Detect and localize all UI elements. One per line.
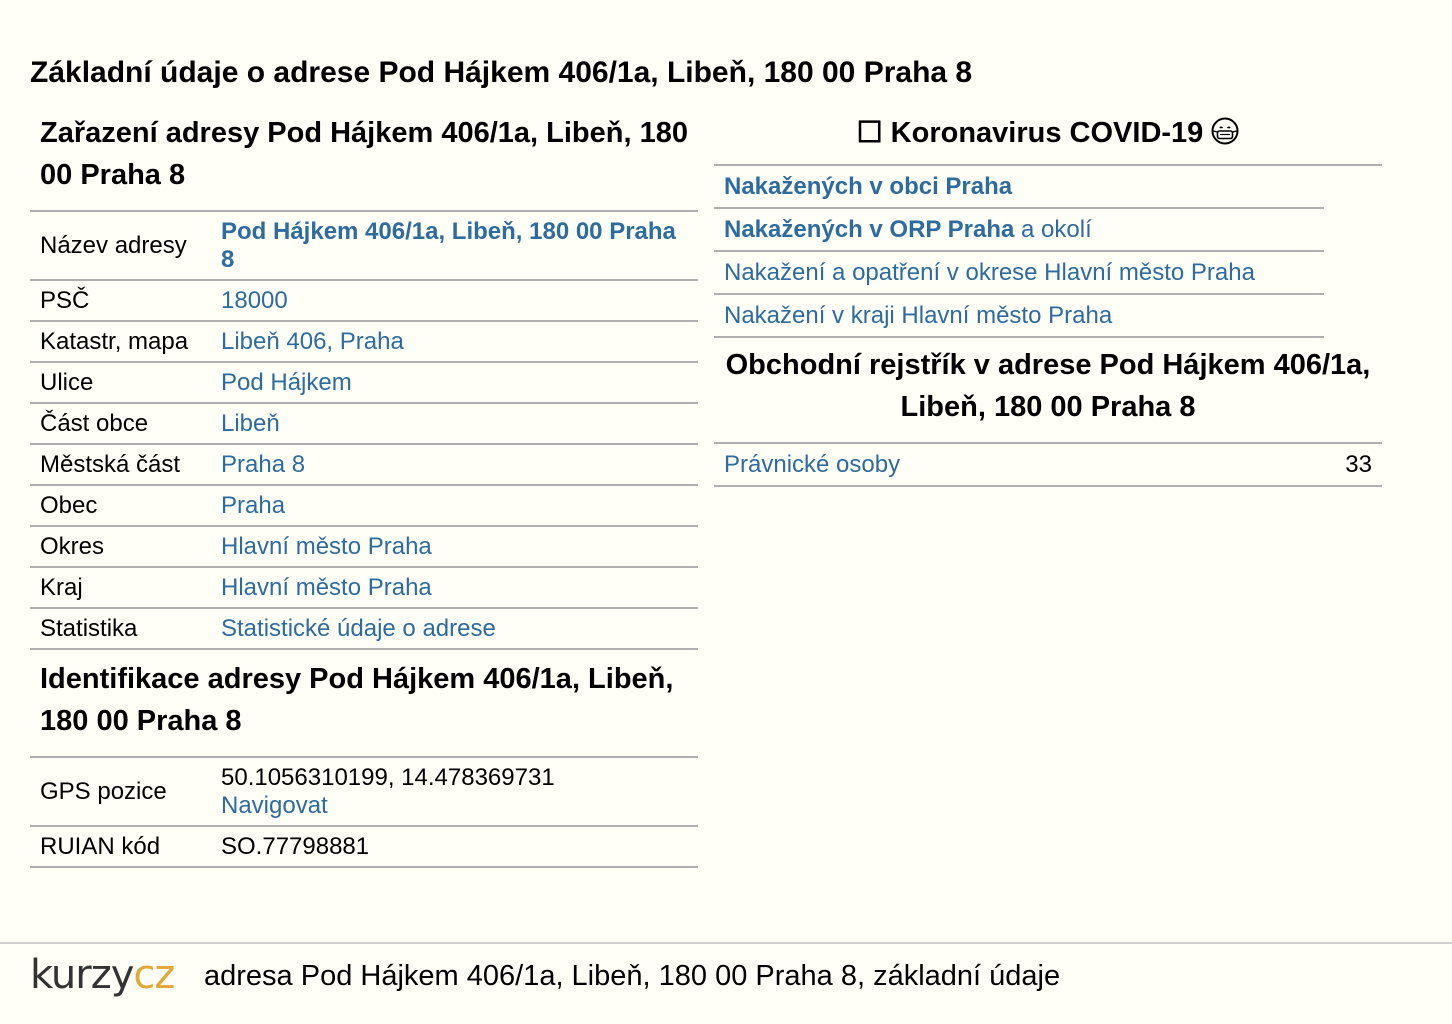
table-row: RUIAN kód SO.77798881: [30, 825, 698, 868]
covid-section: ☐ Koronavirus COVID-19 Nakažených v obci…: [714, 112, 1382, 487]
list-item: Nakažení a opatření v okrese Hlavní měst…: [714, 252, 1324, 295]
row-label: PSČ: [30, 279, 211, 321]
business-register-title: Obchodní rejstřík v adrese Pod Hájkem 40…: [725, 349, 1371, 423]
identification-title: Identifikace adresy Pod Hájkem 406/1a, L…: [40, 663, 674, 737]
ruian-value: SO.77798881: [211, 825, 698, 868]
covid-title: ☐ Koronavirus COVID-19: [714, 112, 1382, 166]
footer-text: adresa Pod Hájkem 406/1a, Libeň, 180 00 …: [204, 960, 1061, 992]
logo-text-cz: cz: [133, 952, 175, 998]
infected-region-link[interactable]: Nakažení v kraji Hlavní město Praha: [724, 302, 1112, 329]
classification-title: Zařazení adresy Pod Hájkem 406/1a, Libeň…: [40, 117, 688, 191]
list-item: Nakažených v obci Praha: [714, 166, 1324, 209]
legal-entities-row: Právnické osoby 33: [714, 442, 1382, 487]
row-label: Okres: [30, 525, 211, 567]
table-row: Část obce Libeň: [30, 402, 698, 444]
table-row: Statistika Statistické údaje o adrese: [30, 607, 698, 650]
legal-entities-count: 33: [1345, 451, 1372, 478]
table-row: Městská část Praha 8: [30, 443, 698, 485]
address-name-link[interactable]: Pod Hájkem 406/1a, Libeň, 180 00 Praha 8: [221, 218, 676, 273]
infected-orp-link-suffix[interactable]: a okolí: [1014, 216, 1092, 243]
row-label: Statistika: [30, 607, 211, 650]
psc-link[interactable]: 18000: [221, 287, 288, 314]
table-row: Ulice Pod Hájkem: [30, 361, 698, 403]
cadastre-map-link[interactable]: Libeň 406, Praha: [221, 328, 404, 355]
infected-county-link[interactable]: Nakažení a opatření v okrese Hlavní měst…: [724, 259, 1255, 286]
district-part-link[interactable]: Libeň: [221, 410, 280, 437]
table-row: Katastr, mapa Libeň 406, Praha: [30, 320, 698, 362]
table-row: Název adresy Pod Hájkem 406/1a, Libeň, 1…: [30, 210, 698, 280]
row-label: Část obce: [30, 402, 211, 444]
logo-text-kurzy: kurzy: [30, 952, 134, 998]
identification-table: GPS pozice 50.1056310199, 14.478369731 N…: [30, 756, 698, 868]
table-row: PSČ 18000: [30, 279, 698, 321]
infected-city-link[interactable]: Nakažených v obci Praha: [724, 173, 1012, 200]
row-label: Kraj: [30, 566, 211, 608]
footer: kurzycz adresa Pod Hájkem 406/1a, Libeň,…: [0, 942, 1452, 1024]
address-classification-section: Zařazení adresy Pod Hájkem 406/1a, Libeň…: [30, 112, 698, 868]
row-label: Název adresy: [30, 210, 211, 280]
mask-face-icon: [1211, 117, 1239, 145]
statistics-link[interactable]: Statistické údaje o adrese: [221, 615, 496, 642]
city-district-link[interactable]: Praha 8: [221, 451, 305, 478]
covid-links-list: Nakažených v obci Praha Nakažených v ORP…: [714, 166, 1324, 338]
table-row: Kraj Hlavní město Praha: [30, 566, 698, 608]
covid-title-text: Koronavirus COVID-19: [890, 117, 1204, 149]
table-row: Okres Hlavní město Praha: [30, 525, 698, 567]
kurzy-logo[interactable]: kurzycz: [30, 952, 175, 998]
region-link[interactable]: Hlavní město Praha: [221, 574, 432, 601]
legal-entities-link[interactable]: Právnické osoby: [724, 444, 900, 485]
street-link[interactable]: Pod Hájkem: [221, 369, 352, 396]
list-item: Nakažení v kraji Hlavní město Praha: [714, 295, 1324, 338]
gps-label: GPS pozice: [30, 756, 211, 826]
list-item: Nakažených v ORP Praha a okolí: [714, 209, 1324, 252]
gps-value: 50.1056310199, 14.478369731: [221, 763, 555, 791]
table-row: Obec Praha: [30, 484, 698, 526]
page-title: Základní údaje o adrese Pod Hájkem 406/1…: [30, 56, 973, 89]
ruian-label: RUIAN kód: [30, 825, 211, 868]
infected-orp-link[interactable]: Nakažených v ORP Praha: [724, 216, 1014, 243]
placeholder-glyph-icon: ☐: [856, 117, 883, 149]
row-label: Katastr, mapa: [30, 320, 211, 362]
navigate-link[interactable]: Navigovat: [221, 792, 328, 819]
row-label: Městská část: [30, 443, 211, 485]
row-label: Ulice: [30, 361, 211, 403]
classification-table: Název adresy Pod Hájkem 406/1a, Libeň, 1…: [30, 210, 698, 650]
table-row: GPS pozice 50.1056310199, 14.478369731 N…: [30, 756, 698, 826]
municipality-link[interactable]: Praha: [221, 492, 285, 519]
county-link[interactable]: Hlavní město Praha: [221, 533, 432, 560]
row-label: Obec: [30, 484, 211, 526]
